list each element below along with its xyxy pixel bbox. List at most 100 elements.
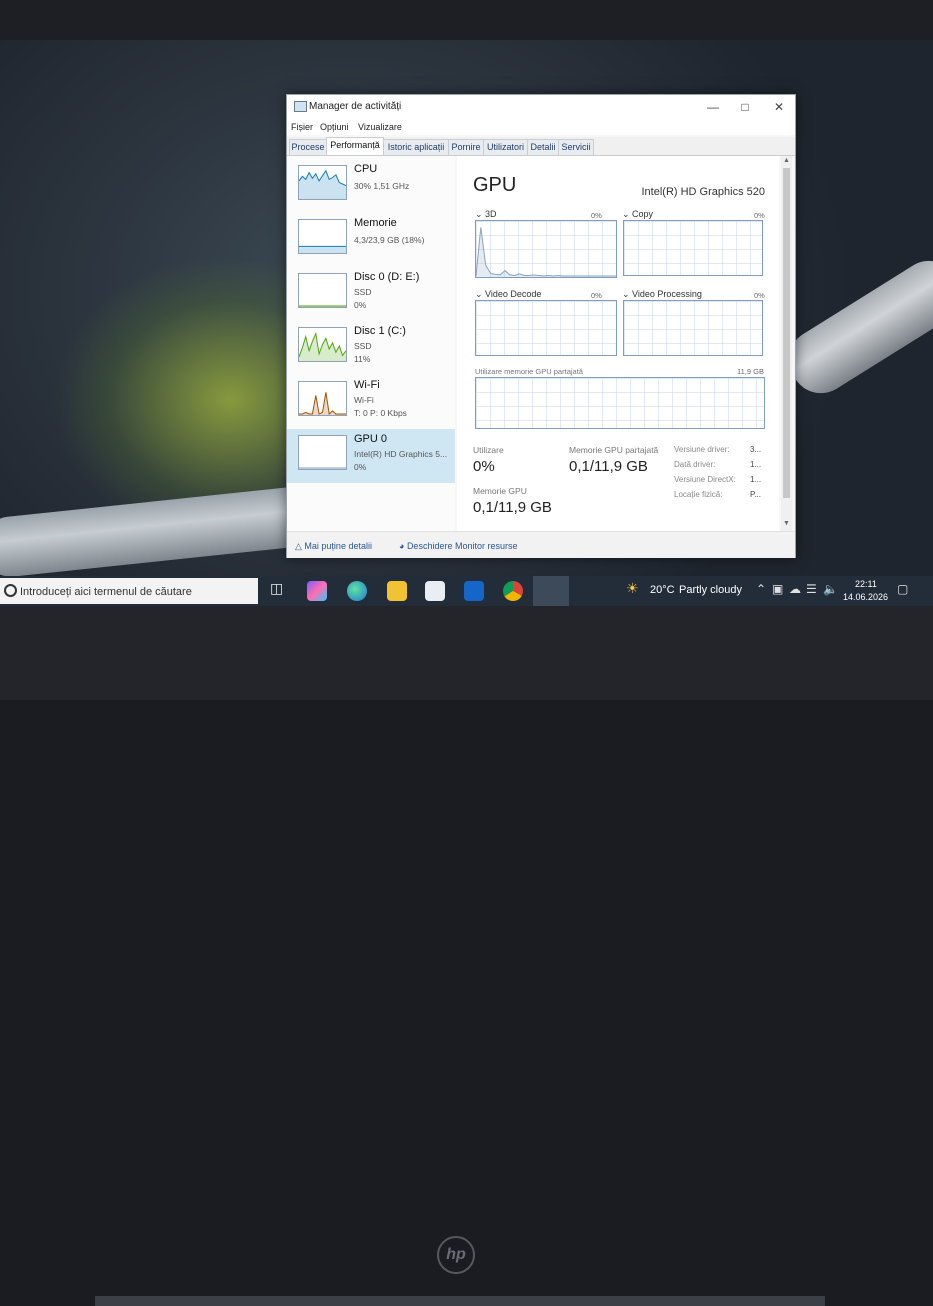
notifications-icon[interactable]: ▢ [897,582,908,596]
resource-name: Memorie [354,217,397,229]
show-hidden-icons-icon[interactable]: ⌃ [756,582,766,596]
laptop-bezel-bottom: hp [0,606,933,1306]
taskbar-search-box[interactable]: Introduceți aici termenul de căutare [0,578,258,604]
gpu-detail-panel: GPU Intel(R) HD Graphics 520 ⌄ 3D 0% ⌄ C… [457,156,779,531]
shared-memory-max: 11,9 GB [737,367,764,376]
menu-options[interactable]: Opțiuni [320,122,349,132]
weather-description[interactable]: Partly cloudy [679,584,742,596]
driver-date-label: Dată driver: [674,460,716,469]
resource-item-gpu-0[interactable]: GPU 0 Intel(R) HD Graphics 5... 0% [287,429,455,483]
graph-shared-memory [475,377,765,429]
monitor-bezel-top [0,0,933,40]
wallpaper-branch-left [0,484,323,580]
resource-item-cpu[interactable]: CPU 30% 1,51 GHz [287,159,455,213]
resource-name: Wi-Fi [354,379,380,391]
battery-icon[interactable]: ▣ [772,582,783,596]
resource-type: SSD [354,287,372,297]
graph-3d [475,220,617,278]
task-manager-window: Manager de activități — □ ✕ Fișier Opțiu… [286,94,796,558]
edge-browser-icon[interactable] [347,581,367,601]
engine-video-decode-percent: 0% [591,291,602,300]
tab-processes[interactable]: Procese [289,139,327,155]
utilization-value: 0% [473,458,495,475]
engine-selector-copy[interactable]: ⌄ Copy [622,209,653,220]
engine-selector-video-processing[interactable]: ⌄ Video Processing [622,289,702,300]
engine-selector-video-decode[interactable]: ⌄ Video Decode [475,289,541,300]
weather-temperature[interactable]: 20°C [650,584,675,596]
resource-usage: 0% [354,300,367,310]
tab-services[interactable]: Servicii [558,139,594,155]
gpu-sparkline [298,435,347,470]
shared-memory-stat-label: Memorie GPU partajată [569,445,659,455]
scroll-up-arrow[interactable]: ▲ [782,157,791,164]
onedrive-icon[interactable]: ☁ [789,582,801,596]
cpu-sparkline [298,165,347,200]
weather-icon[interactable]: ☀ [626,580,639,597]
resource-item-disk-1[interactable]: Disc 1 (C:) SSD 11% [287,321,455,375]
file-explorer-icon[interactable] [387,581,407,601]
shared-memory-stat-value: 0,1/11,9 GB [569,458,648,475]
disk0-sparkline [298,273,347,308]
tab-performance[interactable]: Performanță [326,137,384,155]
graph-video-decode [475,300,617,356]
search-icon [4,584,17,597]
tab-startup[interactable]: Pornire [448,139,484,155]
memory-sparkline [298,219,347,254]
resource-name: CPU [354,163,378,175]
maximize-button[interactable]: □ [735,98,755,116]
task-manager-taskbar-button[interactable] [533,576,569,606]
laptop-hinge [95,1296,825,1306]
disk1-sparkline [298,327,347,362]
open-resource-monitor-link[interactable]: ◕ Deschidere Monitor resurse [399,541,517,551]
driver-date-value: 1... [750,460,762,469]
taskbar: Introduceți aici termenul de căutare ◫ ☀… [0,576,933,606]
scrollbar-thumb[interactable] [783,168,790,498]
resource-model: Intel(R) HD Graphics 5... [354,449,448,459]
physical-location-label: Locație fizică: [674,490,723,499]
chrome-icon[interactable] [503,581,523,601]
fewer-details-link[interactable]: △ Mai puține detalii [295,541,372,552]
graph-video-processing [623,300,763,356]
tab-details[interactable]: Detalii [527,139,559,155]
utilization-label: Utilizare [473,445,504,455]
tab-app-history[interactable]: Istoric aplicații [383,139,449,155]
close-button[interactable]: ✕ [769,98,789,116]
resource-item-wifi[interactable]: Wi-Fi Wi-Fi T: 0 P: 0 Kbps [287,375,455,429]
directx-version-value: 1... [750,475,762,484]
scroll-down-arrow[interactable]: ▼ [782,520,791,527]
volume-icon[interactable]: 🔈 [823,582,838,596]
menu-file[interactable]: Fișier [291,122,313,132]
menu-view[interactable]: Vizualizare [358,122,402,132]
gpu-memory-value: 0,1/11,9 GB [473,499,552,516]
resource-usage: 11% [354,354,371,364]
resource-item-memory[interactable]: Memorie 4,3/23,9 GB (18%) [287,213,455,267]
clock-date[interactable]: 14.06.2026 [843,592,888,602]
microsoft-store-icon[interactable] [425,581,445,601]
shared-memory-label: Utilizare memorie GPU partajată [475,367,583,376]
tab-users[interactable]: Utilizatori [483,139,528,155]
directx-version-label: Versiune DirectX: [674,475,736,484]
resource-list: CPU 30% 1,51 GHz Memorie 4,3/23,9 GB (18… [287,156,455,531]
wallpaper-branch-right [777,249,933,405]
engine-3d-percent: 0% [591,211,602,220]
resource-detail: 4,3/23,9 GB (18%) [354,235,425,245]
resource-name: Disc 0 (D: E:) [354,271,420,283]
window-title: Manager de activități [309,101,402,112]
gpu-memory-label: Memorie GPU [473,486,527,496]
page-title: GPU [473,174,517,196]
engine-selector-3d[interactable]: ⌄ 3D [475,209,497,220]
resource-item-disk-0[interactable]: Disc 0 (D: E:) SSD 0% [287,267,455,321]
title-bar[interactable]: Manager de activități — □ ✕ [287,95,795,119]
menu-bar: Fișier Opțiuni Vizualizare [287,119,795,135]
footer-bar: △ Mai puține detalii ◕ Deschidere Monito… [287,531,795,558]
vertical-scrollbar[interactable]: ▲ ▼ [781,156,792,531]
outlook-icon[interactable] [464,581,484,601]
clock-time[interactable]: 22:11 [855,579,877,589]
wifi-icon[interactable]: ☰ [806,582,817,596]
minimize-button[interactable]: — [703,98,723,116]
engine-copy-percent: 0% [754,211,765,220]
physical-location-value: P... [750,490,761,499]
resource-detail: 30% 1,51 GHz [354,181,410,191]
task-view-icon[interactable]: ◫ [270,580,283,597]
copilot-icon[interactable] [307,581,327,601]
